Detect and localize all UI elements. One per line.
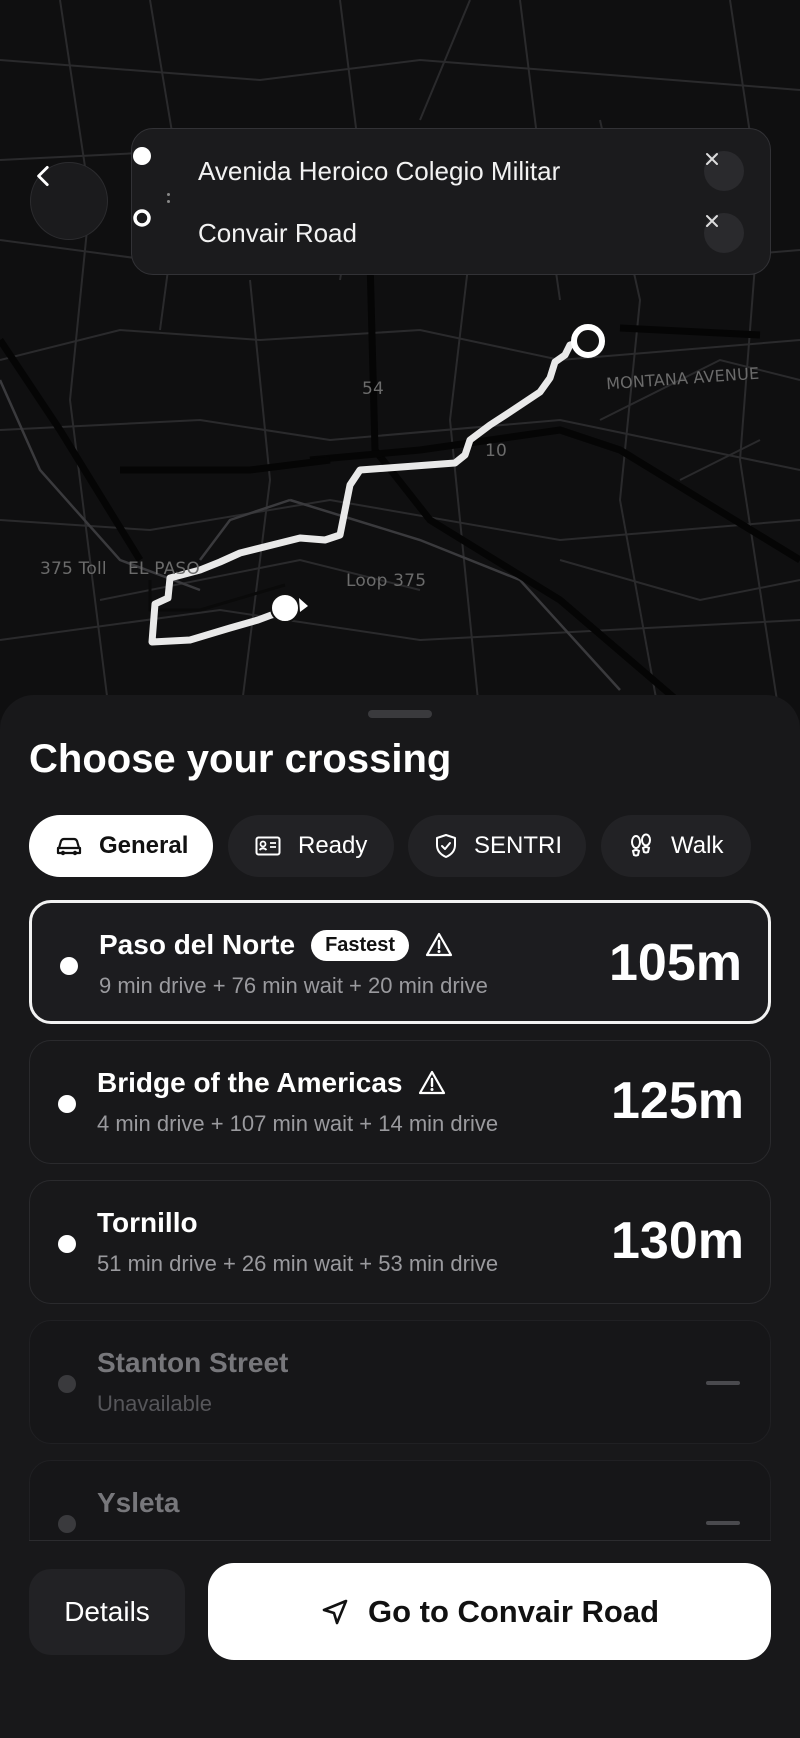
tab-label: Ready	[298, 832, 368, 859]
map-label-highway-10: 10	[485, 441, 508, 461]
tab-general[interactable]: General	[29, 815, 213, 877]
clear-origin-button[interactable]	[704, 151, 744, 191]
details-label: Details	[64, 1596, 150, 1627]
map-label-highway-54: 54	[362, 379, 385, 399]
crossing-detail: 9 min drive + 76 min wait + 20 min drive	[99, 973, 488, 998]
go-button[interactable]: Go to Convair Road	[208, 1563, 771, 1660]
crossing-dot	[58, 1095, 76, 1113]
crossing-detail: 51 min drive + 26 min wait + 53 min driv…	[97, 1251, 499, 1276]
close-icon	[706, 215, 718, 227]
crossing-dot	[58, 1375, 76, 1393]
crossing-item-bridge-of-the-americas[interactable]: Bridge of the Americas 4 min drive + 107…	[29, 1040, 771, 1164]
clear-destination-button[interactable]	[704, 213, 744, 253]
footprints-icon	[627, 832, 655, 860]
sheet-grabber[interactable]	[368, 710, 432, 718]
tab-label: SENTRI	[474, 832, 563, 859]
map-label-loop-375: Loop 375	[346, 571, 427, 591]
map-label-375-toll: 375 Toll	[40, 559, 107, 579]
crossing-name: Bridge of the Americas	[97, 1067, 403, 1098]
shield-check-icon	[434, 832, 458, 860]
route-card: Avenida Heroico Colegio Militar Convair …	[131, 128, 771, 275]
crossing-list[interactable]: Paso del Norte Fastest 9 min drive + 76 …	[0, 900, 800, 1540]
crossing-name: Tornillo	[97, 1207, 198, 1238]
crossing-item-ysleta: Ysleta	[29, 1460, 771, 1540]
tab-label: Walk	[671, 832, 724, 859]
origin-text[interactable]: Avenida Heroico Colegio Militar	[198, 156, 560, 187]
sheet-title: Choose your crossing	[29, 737, 452, 781]
crossing-item-stanton-street: Stanton Street Unavailable	[29, 1320, 771, 1444]
warning-icon	[418, 1070, 446, 1096]
destination-row[interactable]: Convair Road	[132, 208, 770, 258]
crossing-sheet: Choose your crossing General Ready SENTR…	[0, 695, 800, 1738]
crossing-name: Ysleta	[97, 1487, 180, 1518]
crossing-time: 130m	[611, 1212, 744, 1270]
details-button[interactable]: Details	[29, 1569, 185, 1655]
navigation-arrow-icon	[320, 1597, 350, 1627]
back-button[interactable]	[30, 162, 108, 240]
map-roads	[0, 0, 800, 720]
id-card-icon	[254, 832, 282, 860]
footer-divider	[29, 1540, 771, 1541]
unavailable-dash	[706, 1381, 740, 1385]
crossing-time: 105m	[609, 934, 742, 992]
go-label: Go to Convair Road	[367, 1593, 660, 1629]
destination-ring-icon	[133, 209, 151, 227]
chevron-left-icon	[37, 165, 49, 187]
map-label-el-paso: EL PASO	[128, 559, 200, 579]
tab-sentri[interactable]: SENTRI	[408, 815, 586, 877]
crossing-status: Unavailable	[97, 1391, 212, 1416]
crossing-dot	[58, 1235, 76, 1253]
unavailable-dash	[706, 1521, 740, 1525]
close-icon	[706, 153, 718, 165]
map-view[interactable]: 54 10 MONTANA AVENUE 375 Toll EL PASO Lo…	[0, 0, 800, 720]
crossing-dot	[58, 1515, 76, 1533]
tab-label: General	[99, 832, 189, 859]
crossing-detail: 4 min drive + 107 min wait + 14 min driv…	[97, 1111, 499, 1136]
crossing-name: Paso del Norte	[99, 929, 296, 960]
crossing-name: Stanton Street	[97, 1347, 289, 1378]
destination-text[interactable]: Convair Road	[198, 218, 357, 249]
car-icon	[55, 832, 83, 860]
crossing-time: 125m	[611, 1072, 744, 1130]
fastest-badge: Fastest	[311, 929, 410, 961]
crossing-item-paso-del-norte[interactable]: Paso del Norte Fastest 9 min drive + 76 …	[29, 900, 771, 1024]
crossing-dot	[60, 957, 78, 975]
tab-ready[interactable]: Ready	[228, 815, 394, 877]
crossing-item-tornillo[interactable]: Tornillo 51 min drive + 26 min wait + 53…	[29, 1180, 771, 1304]
tab-walk[interactable]: Walk	[601, 815, 751, 877]
warning-icon	[425, 932, 453, 958]
origin-row[interactable]: Avenida Heroico Colegio Militar	[132, 146, 770, 196]
origin-dot-icon	[133, 147, 151, 165]
